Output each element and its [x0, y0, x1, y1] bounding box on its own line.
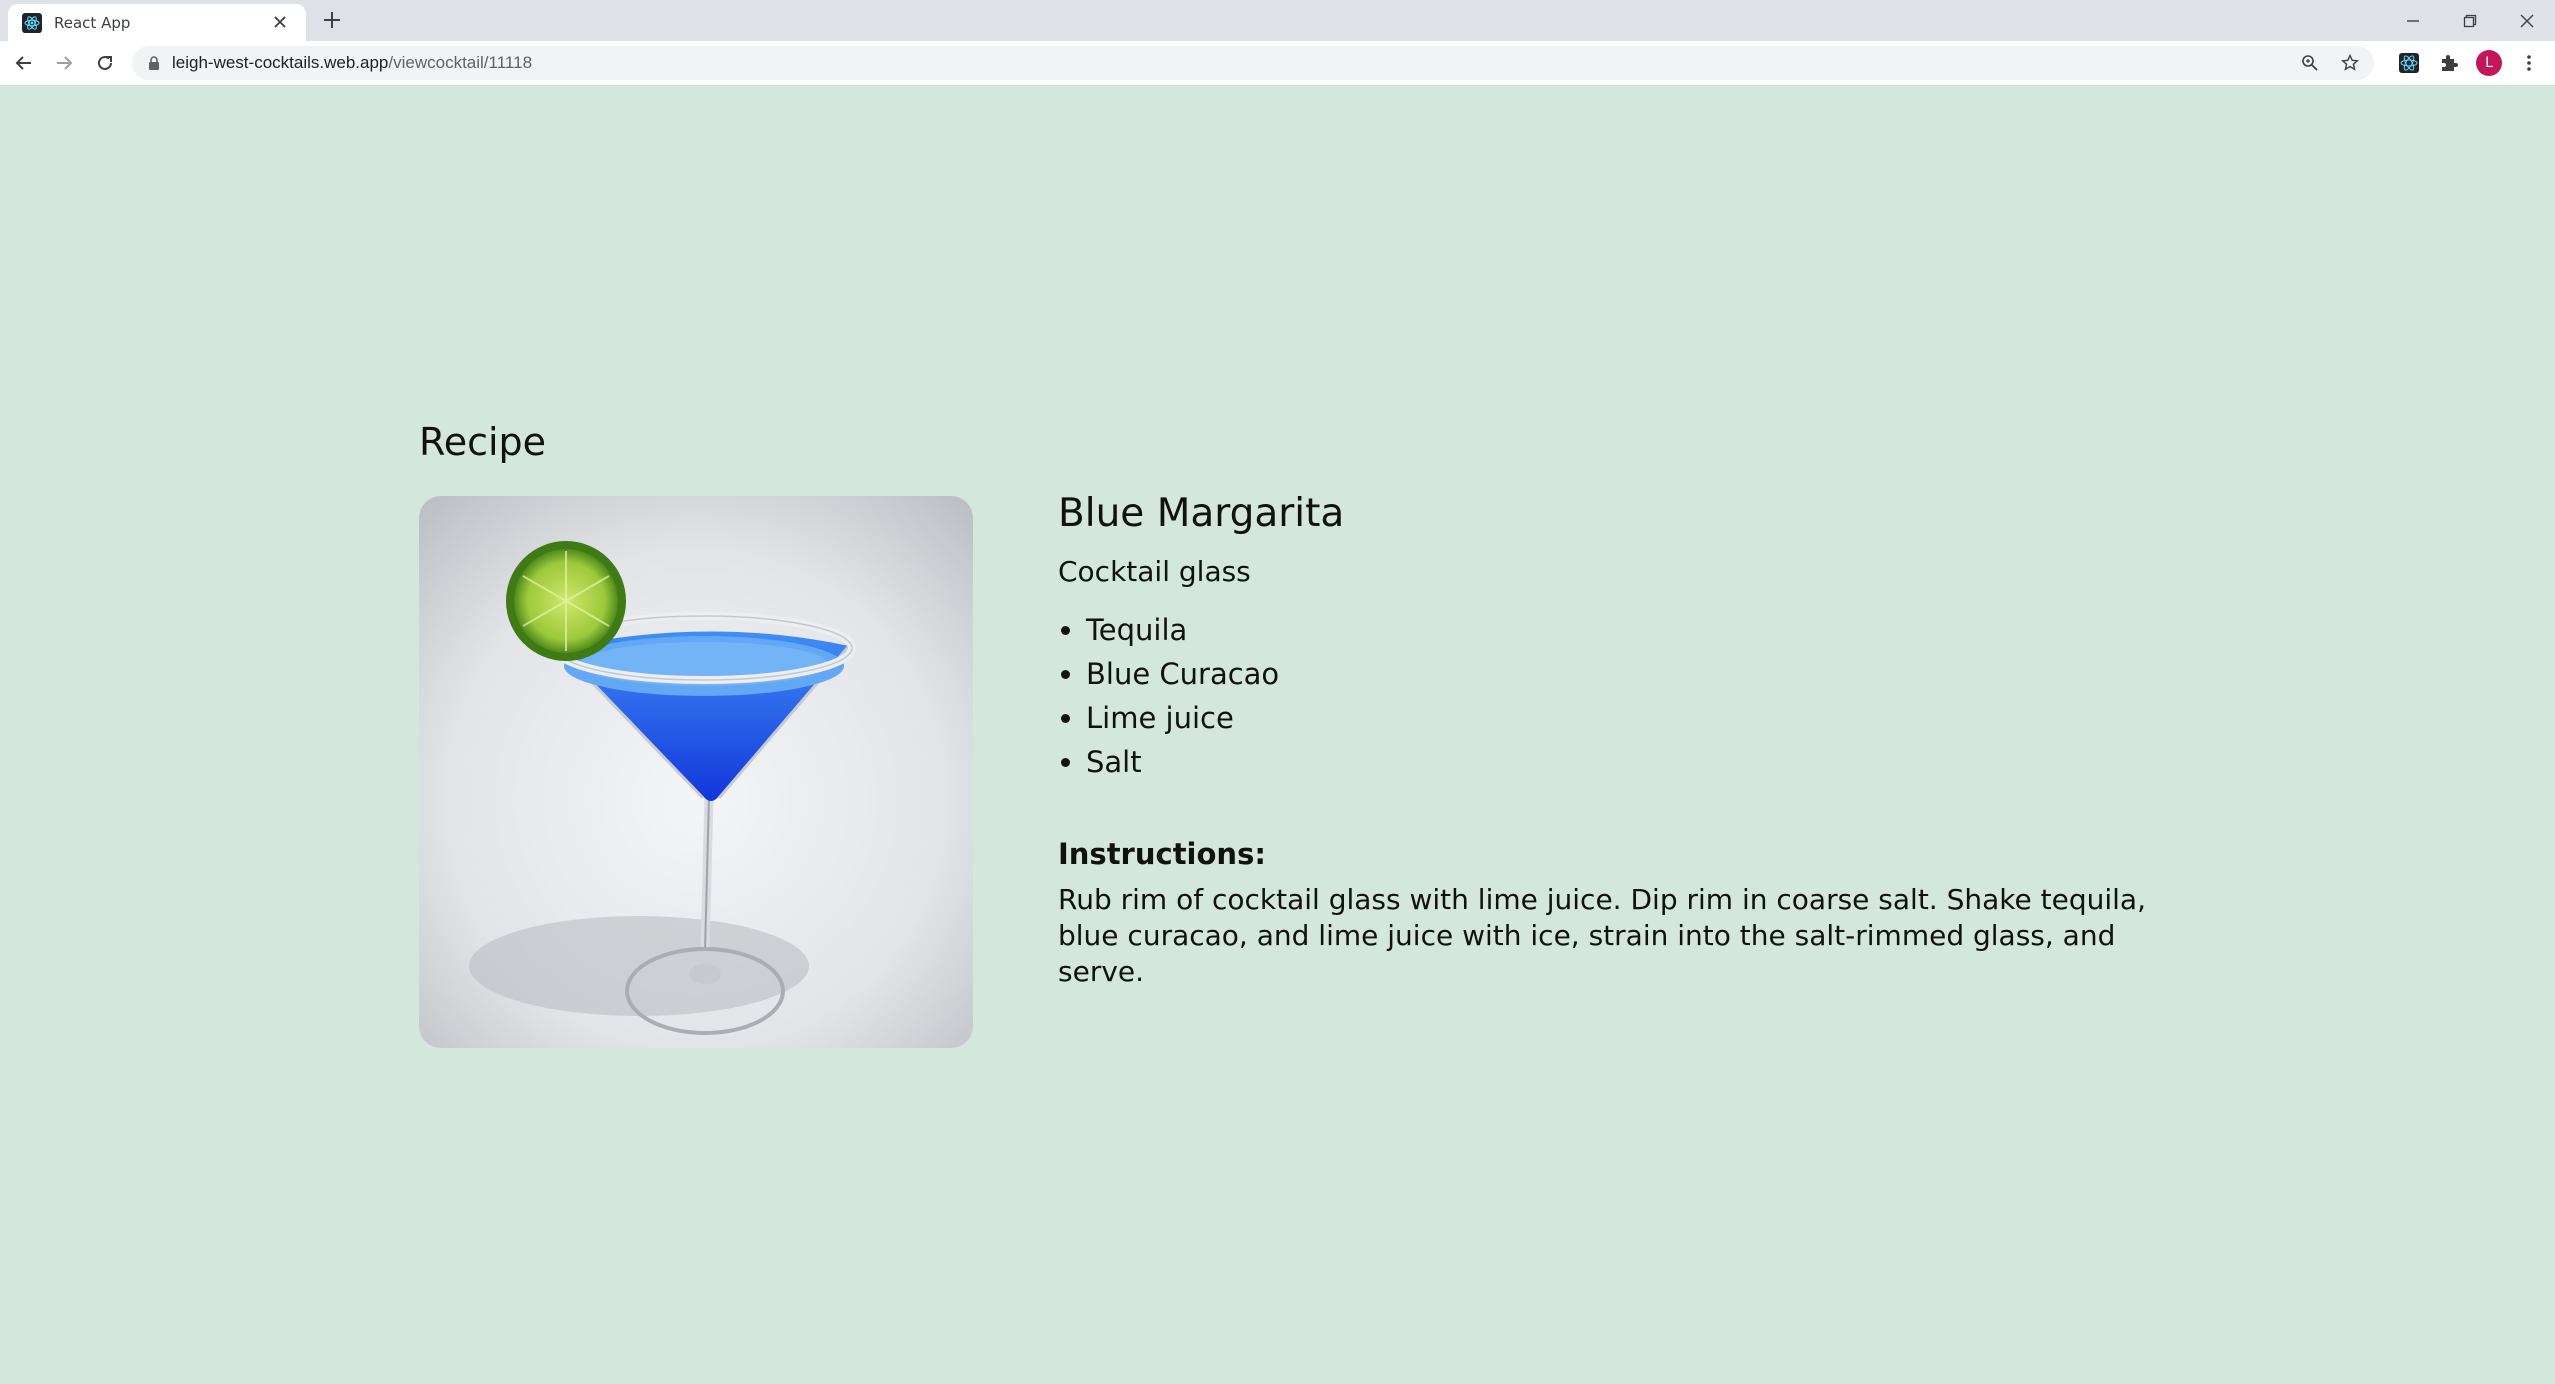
- minimize-icon[interactable]: [2384, 0, 2441, 41]
- url-host: leigh-west-cocktails.web.app: [172, 53, 389, 72]
- glass-type: Cocktail glass: [1058, 555, 1251, 588]
- profile-avatar[interactable]: L: [2469, 50, 2509, 76]
- react-favicon-icon: [22, 12, 42, 33]
- back-arrow-icon[interactable]: [10, 49, 38, 77]
- ingredient-item: Lime juice: [1086, 696, 2198, 740]
- ingredient-item: Salt: [1086, 740, 2198, 784]
- react-devtools-icon[interactable]: [2389, 53, 2429, 73]
- browser-tab[interactable]: React App: [8, 4, 306, 41]
- cocktail-details: Blue Margarita Cocktail glass Tequila Bl…: [1058, 488, 2198, 990]
- extensions-puzzle-icon[interactable]: [2429, 53, 2469, 73]
- url-path: /viewcocktail/11118: [388, 53, 533, 72]
- browser-tabstrip: React App: [0, 0, 2555, 41]
- ingredient-item: Blue Curacao: [1086, 652, 2198, 696]
- ingredient-item: Tequila: [1086, 608, 2198, 652]
- close-tab-icon[interactable]: [268, 13, 292, 33]
- bookmark-star-icon[interactable]: [2330, 54, 2370, 72]
- browser-toolbar: leigh-west-cocktails.web.app/viewcocktai…: [0, 41, 2555, 86]
- cocktail-name: Blue Margarita: [1058, 491, 1345, 536]
- url-text: leigh-west-cocktails.web.app/viewcocktai…: [172, 53, 532, 73]
- address-bar[interactable]: leigh-west-cocktails.web.app/viewcocktai…: [132, 46, 2374, 80]
- instructions-text: Rub rim of cocktail glass with lime juic…: [1058, 883, 2146, 988]
- window-controls: [2384, 0, 2555, 41]
- tab-title: React App: [54, 13, 131, 32]
- reload-icon[interactable]: [91, 49, 119, 77]
- cocktail-photo: [419, 496, 973, 1048]
- avatar-letter: L: [2476, 50, 2502, 76]
- restore-icon[interactable]: [2441, 0, 2498, 41]
- ingredient-list: Tequila Blue Curacao Lime juice Salt: [1058, 608, 2198, 784]
- page-title: Recipe: [419, 420, 547, 464]
- new-tab-icon[interactable]: [322, 6, 342, 36]
- omnibox-actions: [2290, 46, 2370, 80]
- zoom-icon[interactable]: [2290, 54, 2330, 72]
- extensions-area: L: [2389, 47, 2549, 79]
- instructions-label: Instructions:: [1058, 837, 1266, 871]
- close-window-icon[interactable]: [2498, 0, 2555, 41]
- forward-arrow-icon[interactable]: [50, 49, 78, 77]
- menu-kebab-icon[interactable]: [2509, 53, 2549, 73]
- lock-icon[interactable]: [148, 55, 160, 71]
